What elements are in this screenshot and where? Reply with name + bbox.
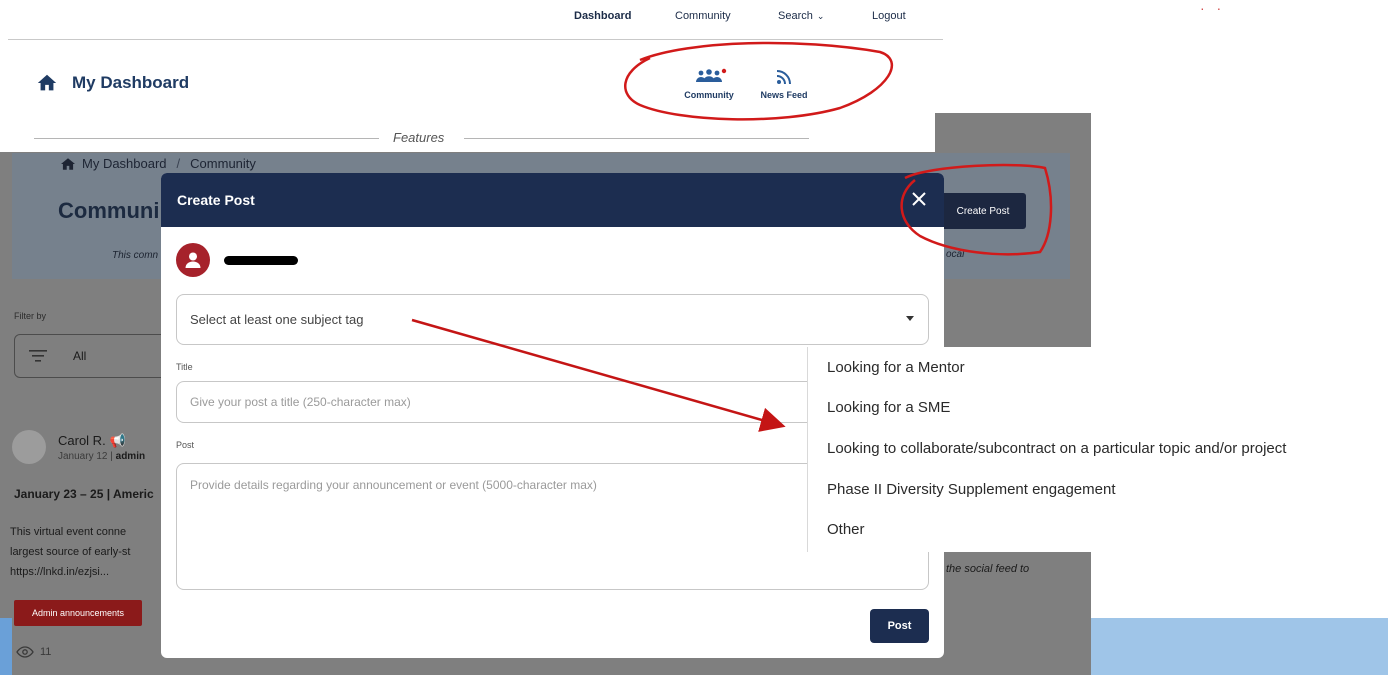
home-icon bbox=[37, 74, 57, 91]
megaphone-icon: 📢 bbox=[109, 433, 126, 448]
decorative-band bbox=[0, 618, 12, 675]
features-divider: Features bbox=[34, 130, 809, 146]
post-author-row bbox=[176, 243, 298, 277]
subject-tag-select[interactable]: Select at least one subject tag bbox=[176, 294, 929, 345]
nav-dashboard-link[interactable]: Dashboard bbox=[574, 10, 631, 22]
community-description-tail: ocal bbox=[946, 249, 965, 260]
modal-title: Create Post bbox=[177, 192, 255, 208]
post-role: admin bbox=[115, 451, 146, 462]
nav-logout-link[interactable]: Logout bbox=[872, 10, 906, 22]
admin-announcements-badge[interactable]: Admin announcements bbox=[14, 600, 142, 626]
post-button[interactable]: Post bbox=[870, 609, 929, 643]
avatar bbox=[12, 430, 46, 464]
tag-option[interactable]: Phase II Diversity Supplement engagement bbox=[827, 481, 1116, 498]
eye-icon bbox=[16, 646, 34, 658]
filter-icon bbox=[29, 350, 47, 362]
community-description: This comn bbox=[112, 250, 159, 261]
feature-community-label: Community bbox=[684, 90, 734, 100]
post-author[interactable]: Carol R. 📢 bbox=[58, 433, 126, 449]
tag-option[interactable]: Looking to collaborate/subcontract on a … bbox=[827, 440, 1286, 457]
filter-select[interactable]: All bbox=[14, 334, 174, 378]
post-body-line: largest source of early-st bbox=[10, 546, 131, 558]
home-icon bbox=[61, 157, 75, 170]
dashboard-header: My Dashboard bbox=[36, 72, 189, 94]
tag-option[interactable]: Looking for a SME bbox=[827, 399, 950, 416]
feed-text-tail: the social feed to bbox=[946, 563, 1030, 575]
avatar bbox=[176, 243, 210, 277]
page-title: My Dashboard bbox=[72, 73, 190, 92]
post-author-name: Carol R. bbox=[58, 433, 106, 448]
views-count: 11 bbox=[40, 646, 52, 658]
post-body-link[interactable]: https://lnkd.in/ezjsi... bbox=[10, 562, 170, 582]
post-body-line: This virtual event conne bbox=[10, 526, 127, 538]
subject-tag-options: Looking for a Mentor Looking for a SME L… bbox=[807, 347, 1367, 552]
post-label: Post bbox=[176, 440, 195, 450]
title-label: Title bbox=[176, 362, 193, 372]
tag-option[interactable]: Looking for a Mentor bbox=[827, 359, 965, 376]
nav-search-menu[interactable]: Search ⌄ bbox=[778, 10, 824, 22]
breadcrumb-community: Community bbox=[190, 156, 256, 171]
decorative-band bbox=[1091, 618, 1388, 675]
feature-community-button[interactable]: Community bbox=[677, 68, 741, 100]
close-icon[interactable] bbox=[909, 189, 929, 209]
tag-option[interactable]: Other bbox=[827, 521, 865, 538]
breadcrumb-dashboard[interactable]: My Dashboard bbox=[82, 156, 167, 171]
create-post-button[interactable]: Create Post bbox=[940, 193, 1026, 229]
post-body: This virtual event conne largest source … bbox=[10, 522, 170, 582]
rss-icon bbox=[776, 70, 791, 85]
decorative-dots: · · bbox=[1200, 0, 1226, 16]
filter-label: Filter by bbox=[14, 311, 47, 321]
chevron-down-icon bbox=[906, 316, 914, 321]
top-nav: Dashboard Community Search ⌄ Logout bbox=[8, 0, 943, 40]
post-heading[interactable]: January 23 – 25 | Americ bbox=[14, 487, 154, 501]
post-date: January 12 bbox=[58, 451, 108, 462]
community-title: Communi bbox=[58, 198, 160, 223]
feature-news-feed-label: News Feed bbox=[760, 90, 808, 100]
post-views: 11 bbox=[16, 646, 51, 658]
modal-header: Create Post bbox=[161, 173, 944, 227]
feature-news-feed-button[interactable]: News Feed bbox=[754, 68, 814, 100]
breadcrumb-separator: / bbox=[176, 156, 181, 171]
chevron-down-icon: ⌄ bbox=[816, 11, 825, 21]
features-label: Features bbox=[393, 130, 445, 145]
redacted-username bbox=[224, 255, 298, 265]
breadcrumb: My Dashboard / Community bbox=[60, 156, 256, 171]
community-icon bbox=[696, 68, 727, 82]
filter-value: All bbox=[73, 349, 87, 363]
post-meta: January 12 | admin bbox=[58, 451, 146, 462]
divider-line bbox=[34, 138, 379, 139]
subject-tag-placeholder: Select at least one subject tag bbox=[190, 312, 364, 327]
nav-community-link[interactable]: Community bbox=[675, 10, 731, 22]
nav-search-label: Search bbox=[778, 10, 813, 22]
divider-line bbox=[464, 138, 809, 139]
user-icon bbox=[185, 252, 201, 268]
